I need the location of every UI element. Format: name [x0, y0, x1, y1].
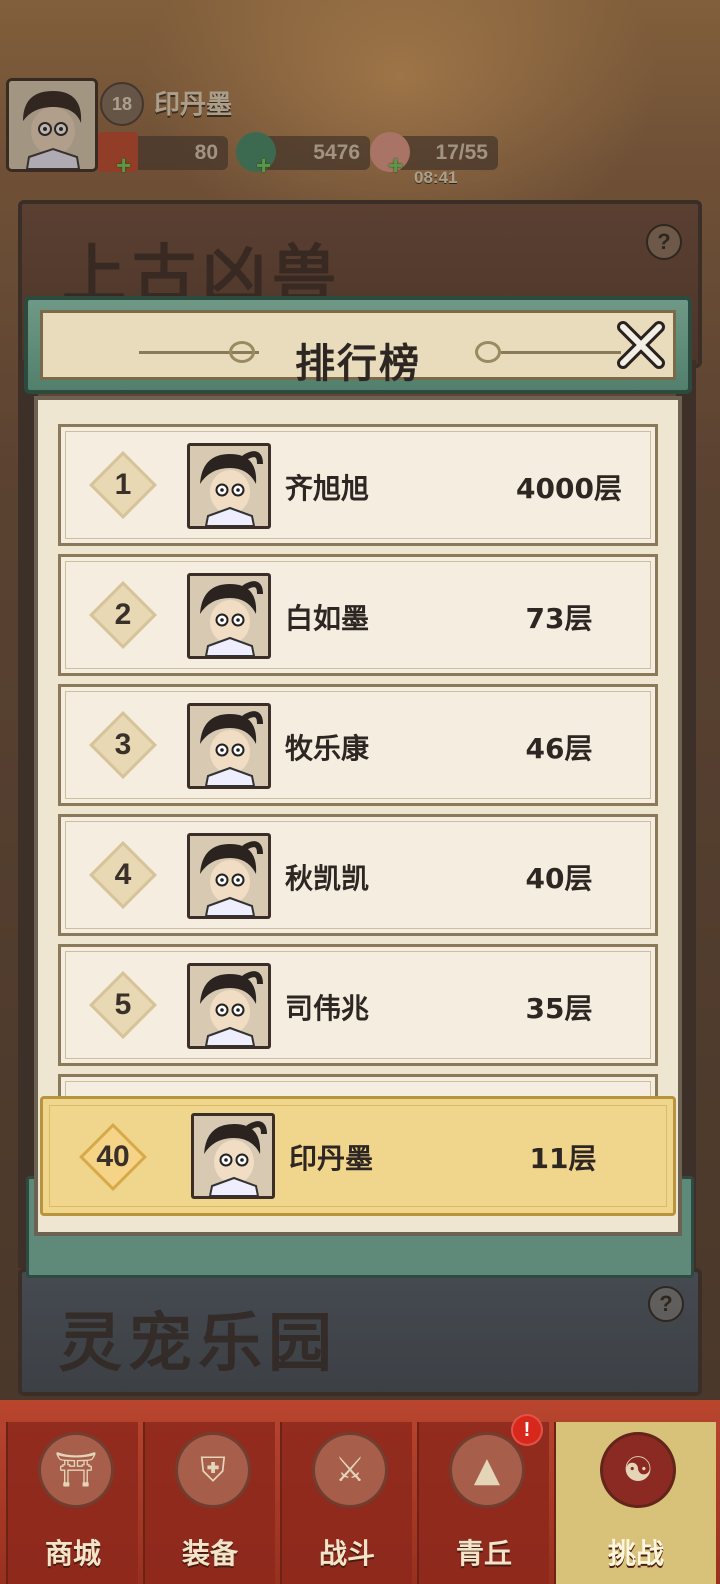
player-name: 牧乐康 — [285, 732, 370, 765]
rank-number: 40 — [96, 1140, 130, 1173]
nav-item-shop[interactable]: ⛩ 商城 — [6, 1422, 138, 1584]
player-avatar[interactable] — [187, 963, 271, 1049]
player-avatar[interactable] — [187, 703, 271, 789]
avatar-icon — [190, 576, 268, 656]
modal-title: 排行榜 — [295, 341, 421, 387]
mountain-icon: ▲ — [449, 1432, 525, 1508]
player-name: 齐旭旭 — [285, 472, 370, 505]
nav-item-battle[interactable]: ⚔ 战斗 — [280, 1422, 412, 1584]
nav-label: 青丘 — [455, 1537, 512, 1570]
header-plaque: 排行榜 — [40, 310, 676, 387]
rank-number: 3 — [114, 728, 132, 761]
player-avatar[interactable] — [191, 1113, 275, 1199]
nav-label: 装备 — [181, 1537, 238, 1570]
nav-item-equipment[interactable]: ⛨ 装备 — [143, 1422, 275, 1584]
avatar-icon — [190, 706, 268, 786]
floor-score: 40层 — [525, 862, 593, 895]
nav-label: 战斗 — [318, 1537, 375, 1570]
player-avatar[interactable] — [187, 443, 271, 529]
close-icon — [617, 321, 665, 369]
table-row[interactable]: 5 司伟兆 35层 — [58, 944, 658, 1066]
avatar-icon — [194, 1116, 272, 1196]
avatar-icon — [190, 966, 268, 1046]
bottom-navigation: ⛩ 商城 ⛨ 装备 ⚔ 战斗 ▲ 青丘 ! ☯ 挑战 — [0, 1400, 720, 1584]
table-row[interactable]: 4 秋凯凯 40层 — [58, 814, 658, 936]
rank-number: 2 — [114, 598, 132, 631]
table-row[interactable]: 3 牧乐康 46层 — [58, 684, 658, 806]
challenge-icon: ☯ — [600, 1432, 676, 1508]
shop-icon: ⛩ — [38, 1432, 114, 1508]
player-name: 秋凯凯 — [285, 862, 370, 895]
floor-score: 35层 — [525, 992, 593, 1025]
rank-number: 5 — [114, 988, 132, 1021]
table-row[interactable]: 2 白如墨 73层 — [58, 554, 658, 676]
rank-number: 1 — [114, 468, 132, 501]
avatar-icon — [190, 446, 268, 526]
armor-icon: ⛨ — [175, 1432, 251, 1508]
player-name: 印丹墨 — [289, 1142, 374, 1175]
modal-header: 排行榜 — [24, 296, 692, 394]
crossed-swords-icon: ⚔ — [312, 1432, 388, 1508]
nav-label: 商城 — [44, 1537, 101, 1570]
nav-item-challenge[interactable]: ☯ 挑战 — [554, 1422, 716, 1584]
leaderboard-modal: 1 齐旭旭 4000层 2 白如墨 73层 3 牧乐康 46层 4 秋凯凯 40… — [24, 296, 694, 1278]
self-rank-row[interactable]: 40 印丹墨 11层 — [40, 1096, 676, 1216]
floor-score: 11层 — [529, 1142, 597, 1175]
close-button[interactable] — [612, 316, 670, 374]
player-avatar[interactable] — [187, 833, 271, 919]
player-name: 白如墨 — [285, 602, 370, 635]
floor-score: 73层 — [525, 602, 593, 635]
player-avatar[interactable] — [187, 573, 271, 659]
nav-item-qingqiu[interactable]: ▲ 青丘 ! — [417, 1414, 549, 1584]
table-row[interactable]: 1 齐旭旭 4000层 — [58, 424, 658, 546]
floor-score: 4000层 — [516, 472, 622, 505]
player-name: 司伟兆 — [285, 992, 370, 1025]
rank-number: 4 — [114, 858, 132, 891]
leaderboard-list[interactable]: 1 齐旭旭 4000层 2 白如墨 73层 3 牧乐康 46层 4 秋凯凯 40… — [58, 420, 660, 1100]
notification-badge: ! — [511, 1414, 543, 1446]
nav-label: 挑战 — [607, 1537, 664, 1570]
floor-score: 46层 — [525, 732, 593, 765]
avatar-icon — [190, 836, 268, 916]
